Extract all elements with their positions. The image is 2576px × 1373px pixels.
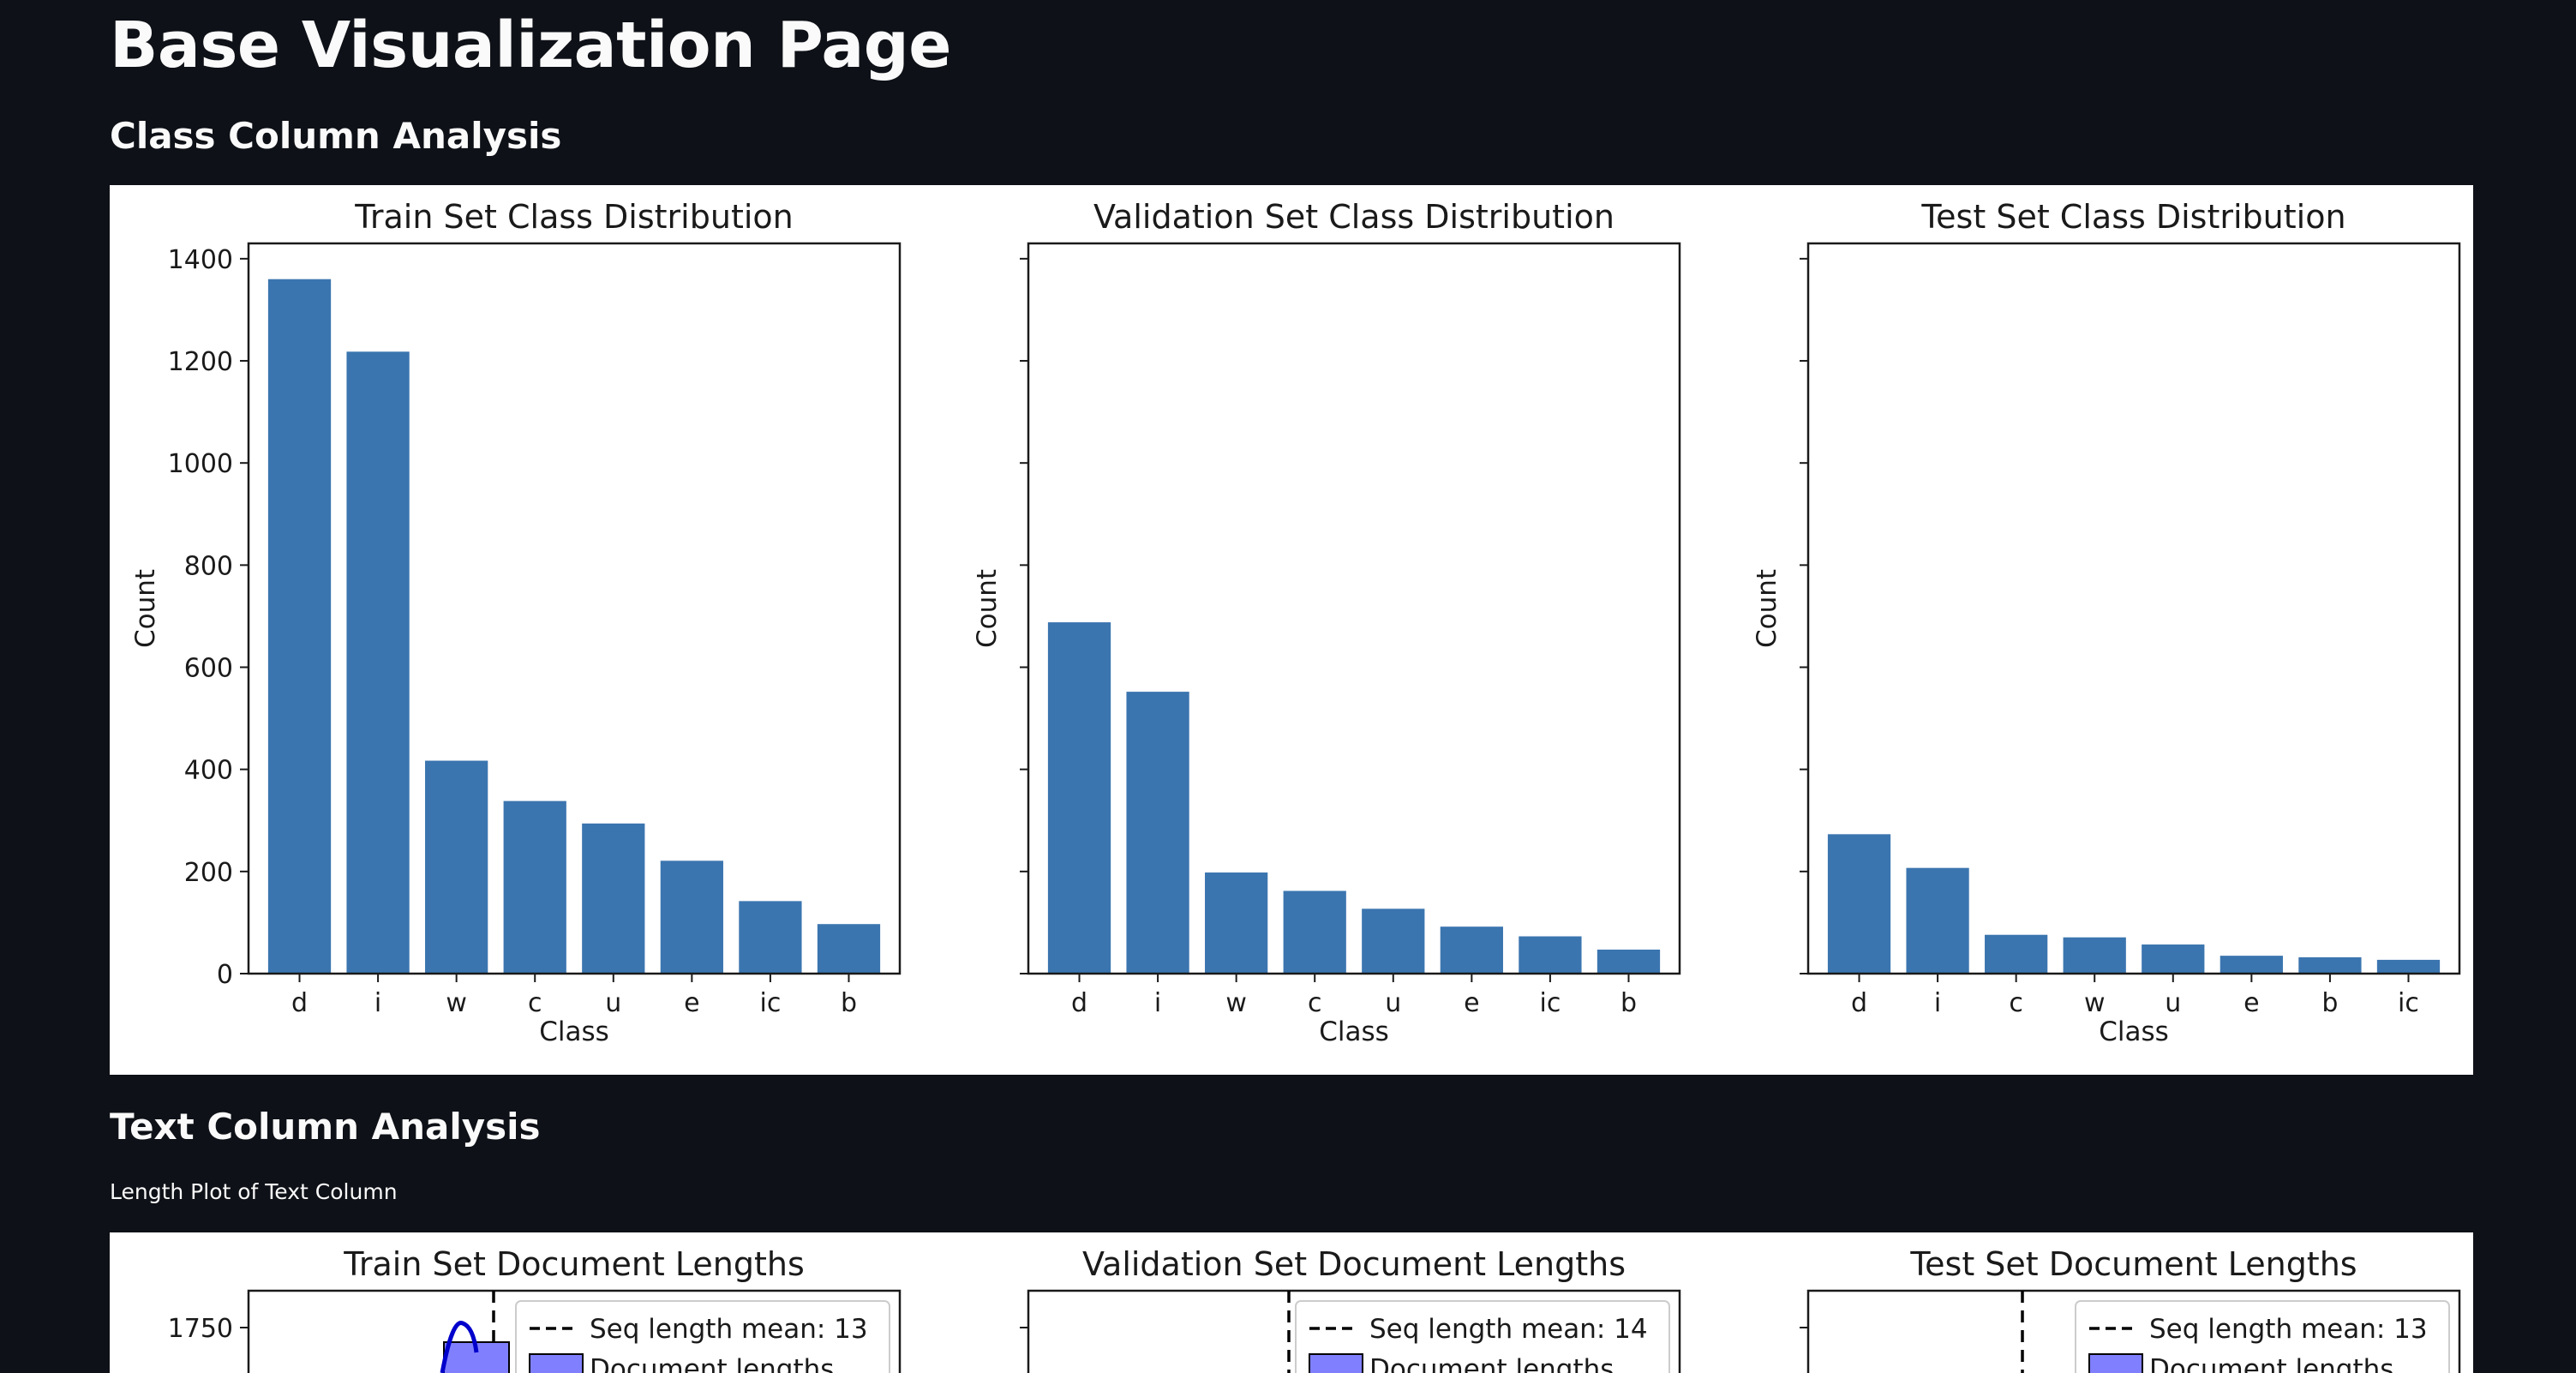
legend-mean-label: Seq length mean: 13 <box>590 1314 868 1345</box>
x-axis-label: Class <box>539 1016 609 1047</box>
class-section-heading: Class Column Analysis <box>110 115 562 157</box>
y-tick-label: 400 <box>184 756 233 786</box>
y-axis-label: Count <box>130 569 161 648</box>
bar-ic <box>2376 959 2441 974</box>
x-tick-label: b <box>1620 988 1637 1018</box>
x-axis-label: Class <box>2099 1016 2169 1047</box>
chart-title: Validation Set Class Distribution <box>1093 198 1614 236</box>
bar-e <box>660 860 723 974</box>
legend-mean-label: Seq length mean: 14 <box>1369 1314 1648 1345</box>
chart-3: Test Set Class Distributiond i c w u e b icClas… <box>1752 198 2461 1047</box>
bar-c <box>503 800 566 974</box>
legend-hist-label: Document lengths <box>590 1354 834 1373</box>
legend-hist-swatch <box>2088 1353 2143 1373</box>
x-tick-label: d <box>1071 988 1087 1018</box>
legend-mean-label: Seq length mean: 13 <box>2149 1314 2428 1345</box>
length-chart-3: Test Set Document Lengths Seq length mean… <box>1800 1245 2461 1373</box>
legend-hist-swatch <box>1309 1353 1363 1373</box>
bar-i <box>1126 692 1189 974</box>
bar-e <box>2220 956 2283 974</box>
axes-frame <box>247 242 902 975</box>
x-tick-label: u <box>605 988 621 1018</box>
bar-w <box>2063 937 2126 974</box>
axes-frame <box>1806 242 2461 975</box>
class-distribution-figure: Train Set Class Distribution d i w c u e ic b 0 20… <box>110 185 2473 1075</box>
x-tick-label: ic <box>759 988 781 1018</box>
y-tick-label: 800 <box>184 551 233 581</box>
legend-hist-label: Document lengths <box>2149 1354 2393 1373</box>
x-tick-label: i <box>1154 988 1161 1018</box>
bar-w <box>1205 872 1268 974</box>
bar-i <box>1906 867 1969 974</box>
y-tick-label: 1750 <box>168 1314 233 1344</box>
bar-e <box>1440 926 1503 974</box>
class-distribution-svg: Train Set Class Distributiond i w c u e ic b020… <box>130 198 2461 1047</box>
y-axis-label: Count <box>972 569 1003 648</box>
bar-u <box>1362 908 1425 974</box>
x-tick-label: d <box>291 988 308 1018</box>
document-length-svg: Train Set Document Lengths 1750 Seq length… <box>168 1245 2461 1373</box>
bar-ic <box>1519 936 1582 974</box>
x-tick-label: i <box>1934 988 1941 1018</box>
bar-ic <box>739 901 802 974</box>
x-tick-label: ic <box>1539 988 1561 1018</box>
axes-frame <box>1027 242 1681 975</box>
y-tick-label: 1200 <box>168 347 233 377</box>
bar-b <box>2298 956 2362 974</box>
x-tick-label: u <box>2165 988 2181 1018</box>
text-section-caption: Length Plot of Text Column <box>110 1179 398 1204</box>
x-tick-label: w <box>2084 988 2106 1018</box>
bar-c <box>1283 890 1346 974</box>
document-length-figure: Train Set Document Lengths 1750 Seq length… <box>110 1232 2473 1373</box>
bar-w <box>425 760 488 974</box>
y-tick-label: 1400 <box>168 245 233 275</box>
chart-1: Train Set Class Distribution d i w c u e ic b 0 20… <box>130 198 902 1047</box>
bar-d <box>1827 834 1891 974</box>
chart-2: Validation Set Class Distribution d i w c u e i… <box>972 198 1681 1047</box>
x-tick-label: c <box>2009 988 2023 1018</box>
length-chart-title: Train Set Document Lengths <box>343 1245 805 1283</box>
bar-b <box>1597 949 1661 974</box>
page-title: Base Visualization Page <box>110 9 951 82</box>
bar-b <box>817 924 881 974</box>
x-axis-label: Class <box>1319 1016 1389 1047</box>
bar-c <box>1985 934 2048 974</box>
legend-hist-label: Document lengths <box>1369 1354 1614 1373</box>
bar-d <box>1047 622 1111 974</box>
y-tick-label: 200 <box>184 858 233 888</box>
x-tick-label: e <box>2244 988 2259 1018</box>
text-section-heading: Text Column Analysis <box>110 1106 541 1148</box>
x-tick-label: e <box>684 988 699 1018</box>
x-tick-label: b <box>2321 988 2338 1018</box>
x-tick-label: w <box>1225 988 1247 1018</box>
bar-d <box>267 279 332 974</box>
y-axis-label: Count <box>1752 569 1782 648</box>
y-tick-label: 600 <box>184 654 233 684</box>
length-chart-title: Validation Set Document Lengths <box>1082 1245 1626 1283</box>
legend-hist-swatch <box>529 1353 584 1373</box>
bar-u <box>2142 944 2205 974</box>
x-tick-label: i <box>374 988 381 1018</box>
y-tick-label: 0 <box>217 960 233 990</box>
x-tick-label: d <box>1851 988 1867 1018</box>
length-chart-1: Train Set Document Lengths 1750 Seq length… <box>168 1245 902 1373</box>
x-tick-label: b <box>841 988 857 1018</box>
length-chart-title: Test Set Document Lengths <box>1909 1245 2357 1283</box>
chart-title: Train Set Class Distribution <box>354 198 793 236</box>
x-tick-label: c <box>528 988 542 1018</box>
x-tick-label: w <box>446 988 467 1018</box>
x-tick-label: e <box>1464 988 1479 1018</box>
y-tick-label: 1000 <box>168 449 233 479</box>
x-tick-label: c <box>1308 988 1322 1018</box>
chart-title: Test Set Class Distribution <box>1920 198 2345 236</box>
x-tick-label: u <box>1385 988 1401 1018</box>
length-chart-2: Validation Set Document Lengths Seq lengt… <box>1020 1245 1681 1373</box>
bar-u <box>582 823 645 974</box>
bar-i <box>346 351 410 974</box>
x-tick-label: ic <box>2398 988 2419 1018</box>
